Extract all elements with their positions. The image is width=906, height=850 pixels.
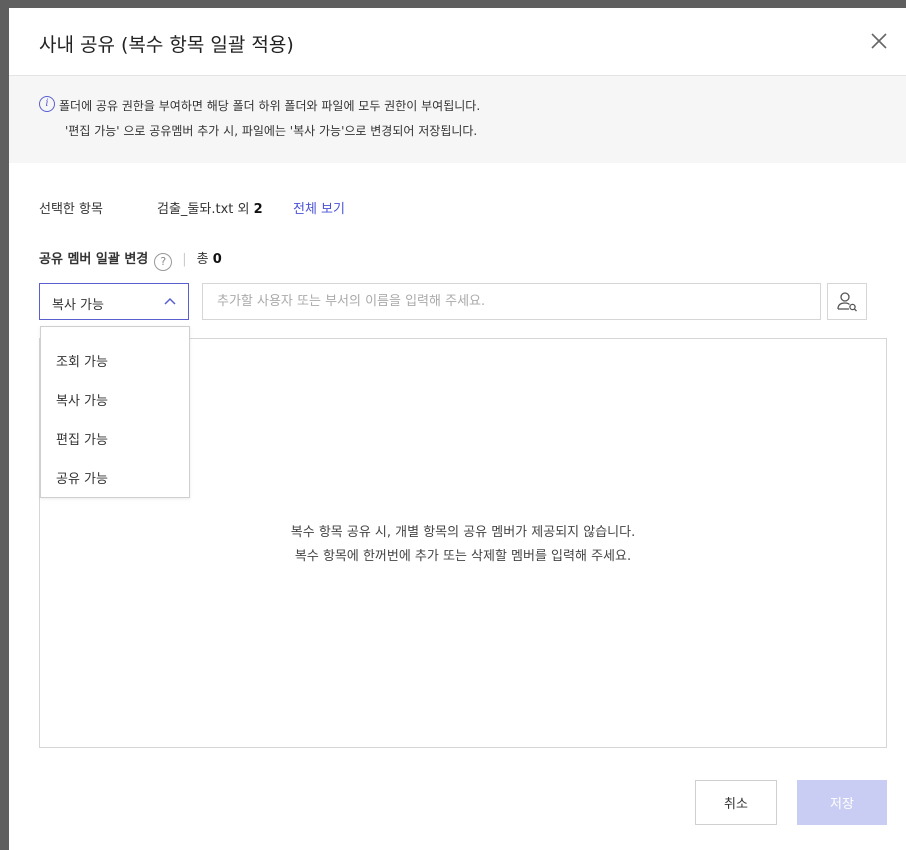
share-dialog: 사내 공유 (복수 항목 일괄 적용) i 폴더에 공유 권한을 부여하면 해당… bbox=[9, 8, 906, 850]
user-search-button[interactable] bbox=[827, 283, 867, 320]
view-all-link[interactable]: 전체 보기 bbox=[293, 198, 345, 217]
divider: | bbox=[182, 252, 187, 267]
empty-state-line2: 복수 항목에 한꺼번에 추가 또는 삭제할 멤버를 입력해 주세요. bbox=[294, 549, 632, 564]
permission-option-edit[interactable]: 편집 가능 bbox=[56, 429, 108, 448]
permission-option-share[interactable]: 공유 가능 bbox=[56, 468, 108, 487]
empty-state-line1: 복수 항목 공유 시, 개별 항목의 공유 멤버가 제공되지 않습니다. bbox=[290, 525, 636, 540]
dialog-title: 사내 공유 (복수 항목 일괄 적용) bbox=[39, 34, 294, 56]
permission-option-view[interactable]: 조회 가능 bbox=[56, 351, 108, 370]
permission-select[interactable]: 복사 가능 bbox=[39, 283, 189, 320]
permission-dropdown-menu: 조회 가능 복사 가능 편집 가능 공유 가능 bbox=[40, 326, 190, 498]
selected-file-name: 검출_둘돠.txt bbox=[157, 202, 234, 217]
permission-option-copy[interactable]: 복사 가능 bbox=[56, 390, 108, 409]
close-icon bbox=[871, 33, 887, 49]
close-button[interactable] bbox=[868, 30, 890, 52]
members-label: 공유 멤버 일괄 변경 bbox=[39, 252, 149, 267]
permission-selected-value: 복사 가능 bbox=[52, 298, 104, 313]
help-icon[interactable]: ? bbox=[154, 253, 173, 271]
dialog-header: 사내 공유 (복수 항목 일괄 적용) bbox=[9, 8, 906, 76]
members-header: 공유 멤버 일괄 변경? | 총 0 bbox=[39, 248, 222, 271]
member-search-input[interactable] bbox=[202, 283, 821, 320]
info-text-line1: 폴더에 공유 권한을 부여하면 해당 폴더 하위 폴더와 파일에 모두 권한이 … bbox=[59, 99, 481, 113]
total-count: 0 bbox=[212, 252, 222, 267]
info-notice: i 폴더에 공유 권한을 부여하면 해당 폴더 하위 폴더와 파일에 모두 권한… bbox=[9, 76, 906, 163]
selected-others-count: 2 bbox=[253, 202, 263, 217]
user-search-icon bbox=[837, 292, 857, 312]
info-icon: i bbox=[39, 96, 55, 112]
selected-items-label: 선택한 항목 bbox=[39, 202, 103, 217]
save-button[interactable]: 저장 bbox=[797, 780, 887, 825]
total-label: 총 bbox=[196, 252, 213, 267]
cancel-button[interactable]: 취소 bbox=[695, 780, 777, 825]
info-text-line2: '편집 가능' 으로 공유멤버 추가 시, 파일에는 '복사 가능'으로 변경되… bbox=[65, 124, 478, 138]
selected-items-summary: 검출_둘돠.txt 외 2 bbox=[157, 198, 263, 217]
selected-others-prefix: 외 bbox=[233, 202, 254, 217]
chevron-up-icon bbox=[164, 297, 176, 305]
